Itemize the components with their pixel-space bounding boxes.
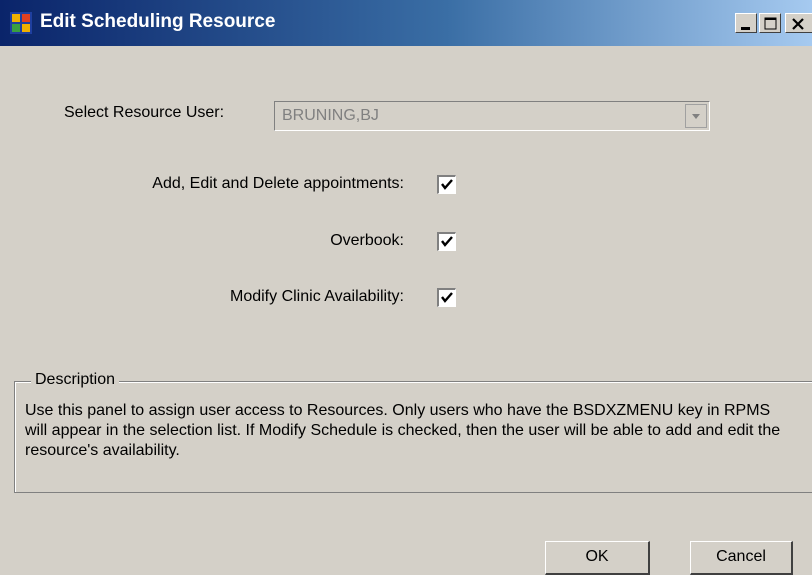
window-title: Edit Scheduling Resource <box>40 11 276 32</box>
resource-user-select[interactable]: BRUNING,BJ <box>274 101 710 131</box>
overbook-label: Overbook: <box>330 232 404 249</box>
edit-scheduling-resource-dialog: Edit Scheduling Resource Select Resource… <box>0 0 812 575</box>
maximize-icon <box>764 17 777 30</box>
ok-button[interactable]: OK <box>545 541 650 575</box>
maximize-button[interactable] <box>759 13 781 33</box>
minimize-button[interactable] <box>735 13 757 33</box>
overbook-checkbox[interactable] <box>437 232 456 251</box>
add-edit-delete-label: Add, Edit and Delete appointments: <box>152 175 404 192</box>
title-bar[interactable]: Edit Scheduling Resource <box>0 0 812 46</box>
dropdown-button[interactable] <box>685 104 707 128</box>
checkmark-icon <box>441 236 453 247</box>
resource-user-value: BRUNING,BJ <box>282 107 379 124</box>
close-button[interactable] <box>785 13 812 33</box>
checkmark-icon <box>441 179 453 190</box>
checkmark-icon <box>441 292 453 303</box>
cancel-button[interactable]: Cancel <box>690 541 793 575</box>
chevron-down-icon <box>692 114 700 119</box>
description-legend: Description <box>31 371 120 389</box>
modify-availability-checkbox[interactable] <box>437 288 456 307</box>
close-icon <box>792 18 804 30</box>
description-text: Use this panel to assign user access to … <box>25 402 781 459</box>
description-groupbox: Description Use this panel to assign use… <box>14 371 812 493</box>
app-window-icon <box>10 12 32 34</box>
add-edit-delete-checkbox[interactable] <box>437 175 456 194</box>
modify-availability-label: Modify Clinic Availability: <box>230 288 404 305</box>
minimize-icon <box>741 27 750 30</box>
resource-user-label: Select Resource User: <box>64 104 225 121</box>
